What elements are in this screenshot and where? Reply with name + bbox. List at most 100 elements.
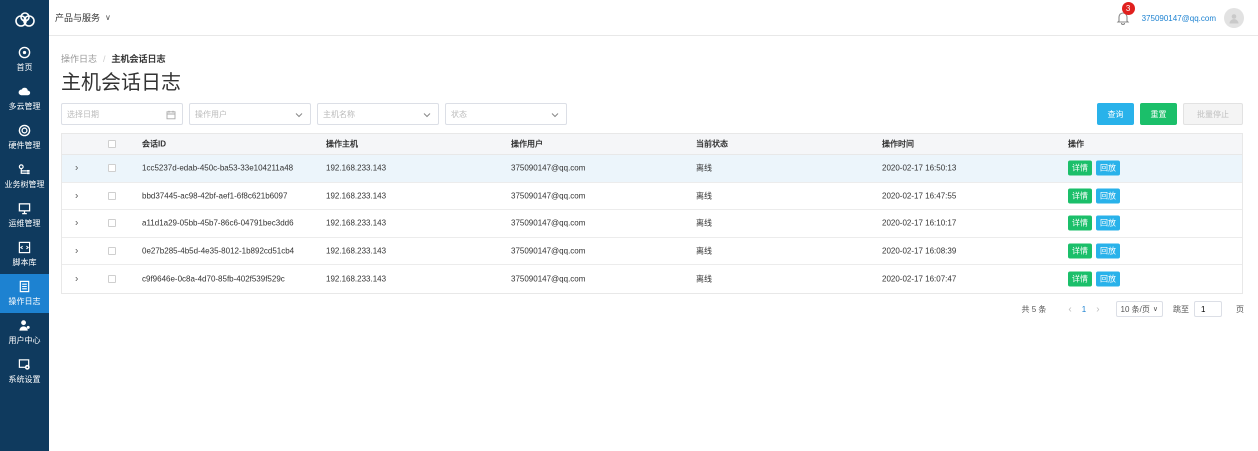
cell-session-id: bbd37445-ac98-42bf-aef1-6f8c621b6097 — [142, 191, 288, 201]
breadcrumb: 操作日志 / 主机会话日志 — [61, 52, 166, 65]
cell-status: 离线 — [696, 191, 712, 201]
avatar[interactable] — [1224, 8, 1244, 28]
product-services-menu[interactable]: 产品与服务 ∨ — [55, 11, 111, 24]
sidebar-item-script-library[interactable]: 脚本库 — [0, 235, 49, 274]
cell-actions: 详情 回放 — [1068, 215, 1124, 231]
cell-status: 离线 — [696, 246, 712, 256]
document-icon — [19, 280, 30, 293]
page-size-select[interactable]: 10 条/页 ∨ — [1115, 301, 1163, 317]
top-bar: 产品与服务 ∨ 3 375090147@qq.com — [49, 0, 1258, 36]
status-select-input[interactable] — [446, 104, 566, 124]
gear-ring-icon — [18, 124, 31, 137]
reset-button[interactable]: 重置 — [1140, 103, 1177, 125]
notification-bell[interactable]: 3 — [1116, 2, 1135, 25]
sidebar-item-user-center[interactable]: 用户中心 — [0, 313, 49, 352]
detail-button[interactable]: 详情 — [1068, 160, 1092, 176]
logo[interactable] — [0, 0, 49, 40]
sidebar-item-multicloud[interactable]: 多云管理 — [0, 79, 49, 118]
user-email-link[interactable]: 375090147@qq.com — [1142, 14, 1216, 23]
detail-button[interactable]: 详情 — [1068, 188, 1092, 204]
cell-host: 192.168.233.143 — [326, 191, 387, 201]
user-select-input[interactable] — [190, 104, 310, 124]
page-size-label: 10 条/页 — [1120, 304, 1150, 314]
header-time: 操作时间 — [882, 139, 914, 149]
calendar-icon — [166, 110, 176, 120]
sidebar-item-ops[interactable]: 运维管理 — [0, 196, 49, 235]
cell-host: 192.168.233.143 — [326, 246, 387, 256]
date-picker[interactable] — [61, 103, 183, 125]
cell-time: 2020-02-17 16:47:55 — [882, 191, 957, 201]
chevron-down-icon — [295, 113, 303, 118]
user-select[interactable] — [189, 103, 311, 125]
sidebar-item-system-settings[interactable]: 系统设置 — [0, 352, 49, 391]
replay-button[interactable]: 回放 — [1096, 243, 1120, 259]
expand-row-icon[interactable]: › — [75, 273, 78, 284]
cell-user: 375090147@qq.com — [511, 191, 586, 201]
cell-status: 离线 — [696, 163, 712, 173]
breadcrumb-parent-link[interactable]: 操作日志 — [61, 52, 97, 65]
batch-stop-button[interactable]: 批量停止 — [1183, 103, 1243, 125]
replay-button[interactable]: 回放 — [1096, 160, 1120, 176]
session-log-table: 会话ID 操作主机 操作用户 当前状态 操作时间 操作 › 1cc5237d-e… — [61, 133, 1243, 294]
expand-row-icon[interactable]: › — [75, 163, 78, 174]
tree-icon — [18, 164, 30, 175]
avatar-placeholder-icon — [1229, 14, 1239, 24]
table-row[interactable]: › a11d1a29-05bb-45b7-86c6-04791bec3dd6 1… — [62, 210, 1242, 238]
chevron-down-icon — [423, 113, 431, 118]
detail-button[interactable]: 详情 — [1068, 243, 1092, 259]
sidebar-item-hardware[interactable]: 硬件管理 — [0, 118, 49, 157]
sidebar-item-label: 首页 — [16, 63, 33, 72]
cloud-rings-logo-icon — [14, 12, 35, 27]
settings-icon — [18, 359, 30, 370]
sidebar-item-label: 业务树管理 — [4, 180, 45, 189]
table-row[interactable]: › 1cc5237d-edab-450c-ba53-33e104211a48 1… — [62, 155, 1242, 183]
cell-time: 2020-02-17 16:07:47 — [882, 274, 957, 284]
expand-row-icon[interactable]: › — [75, 218, 78, 229]
cell-session-id: 0e27b285-4b5d-4e35-8012-1b892cd51cb4 — [142, 246, 295, 256]
table-row[interactable]: › bbd37445-ac98-42bf-aef1-6f8c621b6097 1… — [62, 183, 1242, 210]
table-row[interactable]: › 0e27b285-4b5d-4e35-8012-1b892cd51cb4 1… — [62, 238, 1242, 265]
sidebar-item-label: 用户中心 — [8, 336, 41, 345]
cell-time: 2020-02-17 16:50:13 — [882, 163, 957, 173]
replay-button[interactable]: 回放 — [1096, 188, 1120, 204]
query-button[interactable]: 查询 — [1097, 103, 1134, 125]
notification-badge: 3 — [1121, 2, 1135, 15]
table-row[interactable]: › c9f9646e-0c8a-4d70-85fb-402f539f529c 1… — [62, 265, 1242, 293]
cloud-icon — [18, 87, 31, 96]
host-select[interactable] — [317, 103, 439, 125]
sidebar-item-operation-log[interactable]: 操作日志 — [0, 274, 49, 313]
next-page-icon[interactable]: › — [1096, 304, 1099, 315]
select-all-checkbox[interactable] — [108, 140, 116, 148]
sidebar-item-label: 操作日志 — [8, 297, 41, 306]
breadcrumb-current: 主机会话日志 — [111, 54, 166, 64]
sidebar-item-label: 硬件管理 — [8, 141, 41, 150]
dashboard-icon — [18, 46, 31, 59]
table-header: 会话ID 操作主机 操作用户 当前状态 操作时间 操作 — [62, 134, 1242, 155]
detail-button[interactable]: 详情 — [1068, 215, 1092, 231]
cell-status: 离线 — [696, 274, 712, 284]
chevron-down-icon: ∨ — [1152, 306, 1158, 313]
goto-page-input[interactable] — [1194, 301, 1222, 317]
sidebar: 首页 多云管理 硬件管理 业务树管理 运维管理 脚本库 操作日志 用户中心 系统… — [0, 0, 49, 451]
row-checkbox[interactable] — [108, 219, 116, 228]
replay-button[interactable]: 回放 — [1096, 271, 1120, 287]
sidebar-item-business-tree[interactable]: 业务树管理 — [0, 157, 49, 196]
status-select[interactable] — [445, 103, 567, 125]
row-checkbox[interactable] — [108, 274, 116, 283]
page-number[interactable]: 1 — [1082, 305, 1086, 314]
prev-page-icon[interactable]: ‹ — [1068, 304, 1071, 315]
cell-user: 375090147@qq.com — [511, 163, 586, 173]
expand-row-icon[interactable]: › — [75, 190, 78, 201]
detail-button[interactable]: 详情 — [1068, 271, 1092, 287]
host-select-input[interactable] — [318, 104, 438, 124]
row-checkbox[interactable] — [108, 246, 116, 255]
sidebar-item-home[interactable]: 首页 — [0, 40, 49, 79]
cell-session-id: a11d1a29-05bb-45b7-86c6-04791bec3dd6 — [142, 218, 294, 228]
expand-row-icon[interactable]: › — [75, 245, 78, 256]
replay-button[interactable]: 回放 — [1096, 215, 1120, 231]
header-status: 当前状态 — [696, 139, 728, 149]
row-checkbox[interactable] — [108, 191, 116, 200]
cell-actions: 详情 回放 — [1068, 188, 1124, 204]
date-input[interactable] — [62, 104, 182, 124]
row-checkbox[interactable] — [108, 164, 116, 173]
